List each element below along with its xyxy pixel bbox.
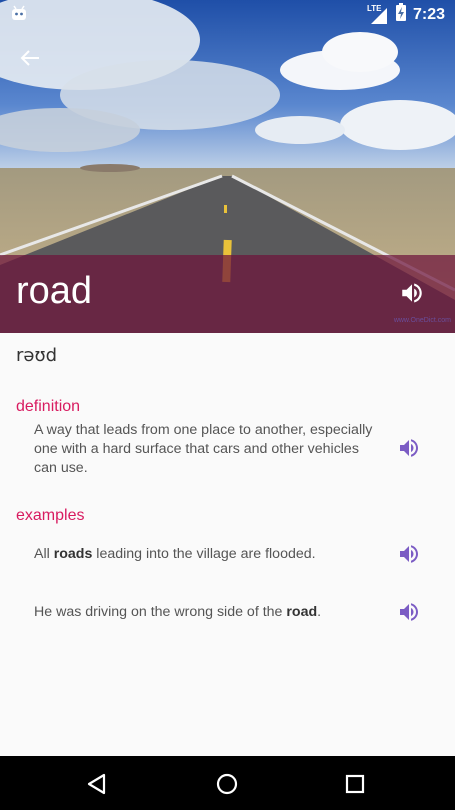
battery-charging-icon [395, 3, 407, 26]
back-button[interactable] [14, 44, 46, 72]
example-keyword: road [286, 604, 318, 620]
volume-up-icon [402, 283, 422, 303]
square-recents-icon [345, 774, 365, 794]
volume-up-icon [400, 439, 418, 457]
definition-label: definition [16, 398, 81, 415]
cell-signal-icon: LTE [366, 3, 389, 24]
clock: 7:23 [412, 5, 445, 23]
network-type: LTE [366, 3, 382, 13]
nav-back-button[interactable] [84, 771, 110, 797]
example-text-part: leading into the village are flooded. [92, 546, 316, 562]
android-icon [10, 4, 28, 22]
volume-up-icon [400, 545, 418, 563]
example-1-speak-button[interactable] [397, 542, 421, 566]
example-2-speak-button[interactable] [397, 600, 421, 624]
volume-up-icon [400, 603, 418, 621]
circle-home-icon [216, 773, 238, 795]
nav-home-button[interactable] [214, 771, 240, 797]
word-speak-button[interactable] [399, 280, 425, 306]
status-bar: LTE 7:23 [0, 0, 455, 26]
example-sentence-1: All roads leading into the village are f… [34, 546, 316, 562]
definition-speak-button[interactable] [397, 436, 421, 460]
example-keyword: roads [53, 546, 93, 562]
example-text-part: He was driving on the wrong side of the [34, 604, 287, 620]
arrow-left-icon [20, 50, 39, 66]
example-sentence-2: He was driving on the wrong side of the … [34, 604, 321, 620]
system-nav-bar [0, 756, 455, 810]
image-credit: www.OneDict.com [393, 317, 451, 324]
definition-text: A way that leads from one place to anoth… [34, 422, 373, 476]
examples-label: examples [16, 507, 85, 524]
word-title: road [16, 270, 93, 312]
example-text-part: All [34, 546, 54, 562]
nav-recents-button[interactable] [342, 771, 368, 797]
example-text-part: . [317, 604, 322, 620]
phonetic-transcription: rəʊd [16, 345, 58, 366]
triangle-back-icon [87, 773, 106, 795]
